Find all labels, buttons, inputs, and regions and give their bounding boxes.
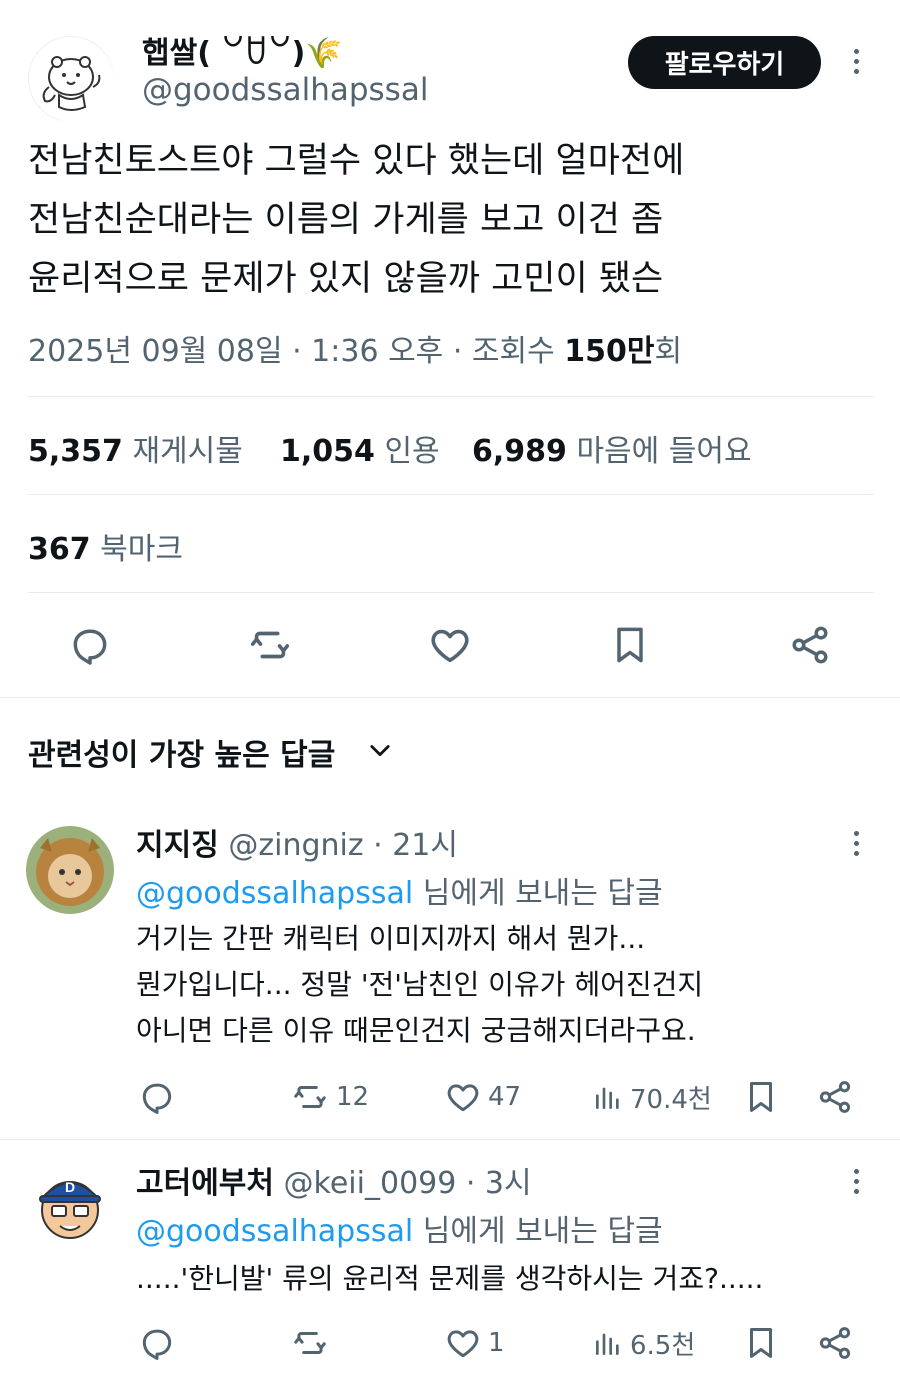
bookmarks-count: 367 [28,532,91,567]
more-options-icon[interactable] [841,1166,871,1196]
reply-view-count: 6.5천 [630,1330,696,1361]
reply-view-count: 70.4천 [630,1084,712,1115]
cat-avatar-icon [26,826,114,914]
reply-header: 지지징 @zingniz · 21시 [136,820,458,864]
reply-author-name[interactable]: 고터에부처 [136,1166,274,1201]
quotes-stat[interactable]: 1,054 인용 [280,426,440,470]
author-avatar[interactable] [28,36,114,122]
reply-views-button[interactable]: 6.5천 [592,1324,695,1362]
reposts-count: 5,357 [28,434,123,469]
reply-reply-button[interactable] [138,1324,176,1362]
reply-text-line: 거기는 간판 캐릭터 이미지까지 해서 뭔가... [136,922,646,955]
bookmarks-stat[interactable]: 367 북마크 [28,524,183,568]
reply-avatar[interactable]: D [26,1162,114,1250]
bookmark-icon [749,1328,773,1358]
reply-author-name[interactable]: 지지징 [136,828,219,863]
likes-label: 마음에 들어요 [576,434,752,469]
more-options-icon[interactable] [841,46,871,76]
replies-sort-label[interactable]: 관련성이 가장 높은 답글 [28,730,335,774]
likes-count: 6,989 [472,434,567,469]
share-icon [819,1327,851,1359]
repost-button[interactable] [245,620,295,670]
bookmarks-label: 북마크 [100,532,183,567]
repost-icon [250,631,290,659]
reply-text-line: 뭔가입니다... 정말 '전'남친인 이유가 헤어진건지 [136,968,704,1001]
share-button[interactable] [785,620,835,670]
replying-to-suffix: 님에게 보내는 답글 [413,1214,663,1249]
replying-to-suffix: 님에게 보내는 답글 [413,876,663,911]
chevron-down-icon[interactable] [366,736,394,764]
divider [28,494,874,495]
follow-button[interactable]: 팔로우하기 [628,36,821,89]
views-chart-icon [596,1333,619,1355]
tweet-text: 전남친토스트야 그럴수 있다 했는데 얼마전에 전남친순대라는 이름의 가게를 … [28,132,878,309]
reply-text: 거기는 간판 캐릭터 이미지까지 해서 뭔가... 뭔가입니다... 정말 '전… [136,916,703,1054]
reply-text-line: .....'한니발' 류의 윤리적 문제를 생각하시는 거죠?..... [136,1262,764,1295]
reply-header: 고터에부처 @keii_0099 · 3시 [136,1158,532,1202]
reply-repost-button[interactable]: 12 [290,1078,369,1116]
reply-icon [142,1329,172,1361]
bookmark-icon [617,627,643,663]
tweet-text-line: 전남친순대라는 이름의 가게를 보고 이건 좀 [28,200,664,240]
reply-repost-button[interactable] [290,1324,336,1362]
bookmark-icon [749,1082,773,1112]
likes-stat[interactable]: 6,989 마음에 들어요 [472,426,752,470]
reply-author-handle[interactable]: @keii_0099 [284,1166,457,1201]
bear-avatar-icon [30,38,114,122]
quotes-count: 1,054 [280,434,375,469]
svg-text:D: D [65,1179,75,1195]
author-display-name[interactable]: 햅쌀( ꒡ꇴ꒡)🌾 [142,28,343,72]
heart-icon [447,1084,479,1112]
heart-icon [447,1330,479,1358]
reply-icon [142,1083,172,1115]
divider [28,396,874,397]
reply-time[interactable]: · 3시 [456,1166,532,1201]
reposts-label: 재게시물 [132,434,243,469]
share-icon [792,626,828,664]
share-icon [819,1081,851,1113]
views-chart-icon [596,1087,619,1109]
more-options-icon[interactable] [841,828,871,858]
divider [0,697,900,698]
heart-icon [431,629,469,663]
like-button[interactable] [425,620,475,670]
replying-to: @goodssalhapssal 님에게 보내는 답글 [136,1206,663,1250]
reply-like-button[interactable]: 1 [444,1324,505,1362]
bookmark-button[interactable] [605,620,655,670]
author-handle[interactable]: @goodssalhapssal [142,72,428,108]
reply-views-button[interactable]: 70.4천 [592,1078,712,1116]
repost-icon [294,1331,326,1355]
reply-button[interactable] [65,620,115,670]
tweet-meta: 2025년 09월 08일 · 1:36 오후 · 조회수 150만회 [28,326,682,370]
replying-to-handle[interactable]: @goodssalhapssal [136,876,413,911]
reply-share-button[interactable] [816,1324,854,1362]
tweet-text-line: 윤리적으로 문제가 있지 않을까 고민이 됐슨 [28,259,664,299]
divider [28,592,874,593]
tweet-text-line: 전남친토스트야 그럴수 있다 했는데 얼마전에 [28,141,685,181]
tweet-datetime[interactable]: 2025년 09월 08일 · 1:36 오후 · 조회수 [28,334,564,369]
reply-icon [73,629,107,665]
reposts-stat[interactable]: 5,357 재게시물 [28,426,243,470]
reply-author-handle[interactable]: @zingniz [228,828,363,863]
reply-text-line: 아니면 다른 이유 때문인건지 궁금해지더라구요. [136,1014,696,1047]
quotes-label: 인용 [384,434,440,469]
reply-like-count: 1 [488,1328,505,1358]
replying-to-handle[interactable]: @goodssalhapssal [136,1214,413,1249]
reply-bookmark-button[interactable] [742,1324,780,1362]
reply-reply-button[interactable] [138,1078,176,1116]
reply-text: .....'한니발' 류의 윤리적 문제를 생각하시는 거죠?..... [136,1256,763,1302]
reply-time[interactable]: · 21시 [364,828,458,863]
reply-like-button[interactable]: 47 [444,1078,521,1116]
divider [0,1139,900,1140]
cap-avatar-icon: D [26,1162,114,1250]
reply-like-count: 47 [488,1082,522,1112]
reply-share-button[interactable] [816,1078,854,1116]
replying-to: @goodssalhapssal 님에게 보내는 답글 [136,868,663,912]
reply-avatar[interactable] [26,826,114,914]
view-count-suffix: 회 [654,334,683,369]
view-count: 150만 [564,334,655,369]
reply-bookmark-button[interactable] [742,1078,780,1116]
repost-icon [294,1085,326,1109]
reply-repost-count: 12 [336,1082,370,1112]
